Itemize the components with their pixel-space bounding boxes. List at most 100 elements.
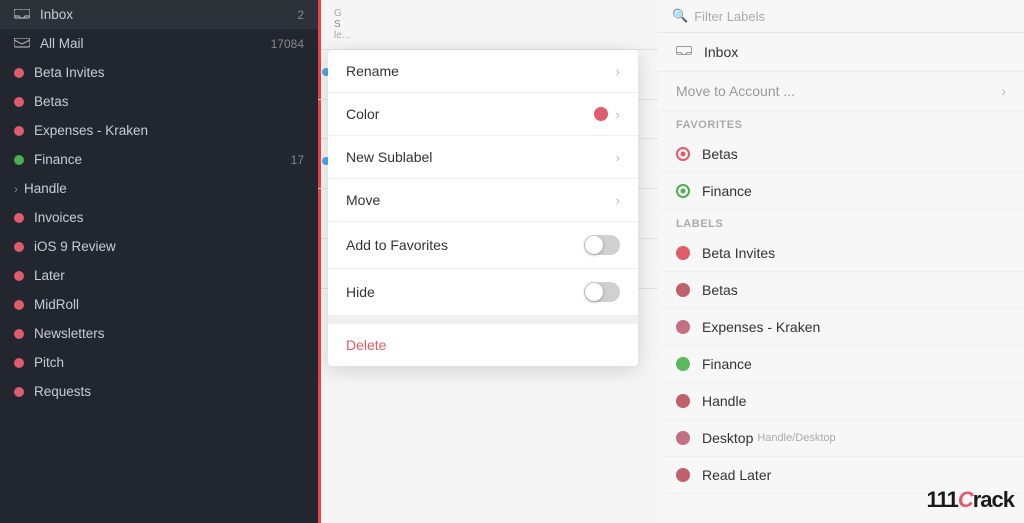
sidebar-item-expenses-kraken[interactable]: Expenses - Kraken xyxy=(0,116,318,145)
color-label: Color xyxy=(346,106,594,122)
sidebar-item-ios-9-review[interactable]: iOS 9 Review xyxy=(0,232,318,261)
right-panel-content: Inbox Move to Account ... › FAVORITES Be… xyxy=(658,33,1024,523)
sidebar-item-ios9review-label: iOS 9 Review xyxy=(34,239,304,254)
sidebar-item-finance-count: 17 xyxy=(291,153,304,167)
later-dot xyxy=(14,271,24,281)
handle-lbl-dot xyxy=(676,394,690,408)
beta-invites-lbl-dot xyxy=(676,246,690,260)
sidebar-item-invoices[interactable]: Invoices xyxy=(0,203,318,232)
rp-handle-label: Handle xyxy=(702,393,746,409)
context-menu-add-to-favorites[interactable]: Add to Favorites xyxy=(328,222,638,269)
rp-finance-lbl[interactable]: Finance xyxy=(658,346,1024,383)
handle-chevron-icon: › xyxy=(14,182,18,196)
ios9review-dot xyxy=(14,242,24,252)
sidebar-item-beta-invites[interactable]: Beta Invites xyxy=(0,58,318,87)
betas-dot xyxy=(14,97,24,107)
sidebar-item-midroll-label: MidRoll xyxy=(34,297,304,312)
rp-desktop-lbl[interactable]: Desktop Handle/Desktop xyxy=(658,420,1024,457)
sidebar-item-all-mail[interactable]: All Mail 17084 xyxy=(0,29,318,58)
sidebar-item-inbox[interactable]: Inbox 2 xyxy=(0,0,318,29)
rp-betas-fav[interactable]: Betas xyxy=(658,136,1024,173)
sidebar-item-handle-label: Handle xyxy=(24,181,304,196)
read-later-lbl-dot xyxy=(676,468,690,482)
rp-handle-lbl[interactable]: Handle xyxy=(658,383,1024,420)
context-menu-new-sublabel[interactable]: New Sublabel › xyxy=(328,136,638,179)
move-label: Move xyxy=(346,192,616,208)
sidebar-item-pitch-label: Pitch xyxy=(34,355,304,370)
context-menu-hide[interactable]: Hide xyxy=(328,269,638,316)
sidebar-item-newsletters[interactable]: Newsletters xyxy=(0,319,318,348)
context-menu-delete[interactable]: Delete xyxy=(328,324,638,366)
rp-read-later-lbl[interactable]: Read Later xyxy=(658,457,1024,494)
sidebar-item-handle[interactable]: › Handle xyxy=(0,174,318,203)
context-menu-rename[interactable]: Rename › xyxy=(328,50,638,93)
hide-toggle[interactable] xyxy=(584,282,620,302)
rp-finance-label: Finance xyxy=(702,356,752,372)
rp-beta-invites-label: Beta Invites xyxy=(702,245,775,261)
midroll-dot xyxy=(14,300,24,310)
expenses-kraken-dot xyxy=(14,126,24,136)
rp-inbox-item[interactable]: Inbox xyxy=(658,33,1024,72)
sidebar-item-inbox-label: Inbox xyxy=(40,7,297,22)
hide-label: Hide xyxy=(346,284,584,300)
desktop-lbl-dot xyxy=(676,431,690,445)
sidebar-item-newsletters-label: Newsletters xyxy=(34,326,304,341)
context-menu: Rename › Color › New Sublabel › Move › A… xyxy=(328,50,638,366)
new-sublabel-label: New Sublabel xyxy=(346,149,616,165)
sidebar-item-expenses-kraken-label: Expenses - Kraken xyxy=(34,123,304,138)
rp-beta-invites-lbl[interactable]: Beta Invites xyxy=(658,235,1024,272)
pitch-dot xyxy=(14,358,24,368)
sidebar-item-midroll[interactable]: MidRoll xyxy=(0,290,318,319)
sidebar-item-inbox-count: 2 xyxy=(297,8,304,22)
sidebar-item-all-mail-count: 17084 xyxy=(271,37,304,51)
add-to-favorites-label: Add to Favorites xyxy=(346,237,584,253)
sidebar-item-all-mail-label: All Mail xyxy=(40,36,271,51)
finance-fav-dot xyxy=(676,184,690,198)
delete-label: Delete xyxy=(346,337,620,353)
context-menu-color[interactable]: Color › xyxy=(328,93,638,136)
sidebar-item-requests[interactable]: Requests xyxy=(0,377,318,406)
rp-favorites-header: FAVORITES xyxy=(658,111,1024,136)
context-menu-move[interactable]: Move › xyxy=(328,179,638,222)
inbox-icon xyxy=(14,9,30,21)
sidebar-item-later[interactable]: Later xyxy=(0,261,318,290)
add-to-favorites-toggle[interactable] xyxy=(584,235,620,255)
rp-betas-lbl[interactable]: Betas xyxy=(658,272,1024,309)
rp-betas-label: Betas xyxy=(702,282,738,298)
rp-desktop-sublabel: Handle/Desktop xyxy=(757,432,835,444)
betas-lbl-dot xyxy=(676,283,690,297)
new-sublabel-chevron-icon: › xyxy=(616,150,620,165)
sidebar-item-finance[interactable]: Finance 17 xyxy=(0,145,318,174)
rp-expenses-kraken-lbl[interactable]: Expenses - Kraken xyxy=(658,309,1024,346)
requests-dot xyxy=(14,387,24,397)
context-menu-divider xyxy=(328,316,638,324)
right-panel: 🔍 Filter Labels Inbox Move to Account ..… xyxy=(658,0,1024,523)
filter-labels-placeholder: Filter Labels xyxy=(694,9,765,24)
color-chevron-icon: › xyxy=(616,107,620,122)
rp-finance-fav[interactable]: Finance xyxy=(658,173,1024,210)
betas-fav-dot xyxy=(676,147,690,161)
toggle-knob xyxy=(585,236,603,254)
sidebar-item-beta-invites-label: Beta Invites xyxy=(34,65,304,80)
sidebar: Inbox 2 All Mail 17084 Beta Invites Beta… xyxy=(0,0,318,523)
newsletters-dot xyxy=(14,329,24,339)
rp-expenses-kraken-label: Expenses - Kraken xyxy=(702,319,820,335)
beta-invites-dot xyxy=(14,68,24,78)
filter-labels-bar: 🔍 Filter Labels xyxy=(658,0,1024,33)
sidebar-item-finance-label: Finance xyxy=(34,152,291,167)
expenses-kraken-lbl-dot xyxy=(676,320,690,334)
rp-inbox-label: Inbox xyxy=(704,44,738,60)
sidebar-item-betas[interactable]: Betas xyxy=(0,87,318,116)
sidebar-item-later-label: Later xyxy=(34,268,304,283)
sidebar-item-invoices-label: Invoices xyxy=(34,210,304,225)
finance-lbl-dot xyxy=(676,357,690,371)
rp-read-later-label: Read Later xyxy=(702,467,771,483)
rename-chevron-icon: › xyxy=(616,64,620,79)
rp-inbox-icon xyxy=(676,44,692,60)
move-account-chevron-icon: › xyxy=(1001,83,1006,99)
rp-move-account[interactable]: Move to Account ... › xyxy=(658,72,1024,111)
color-dot xyxy=(594,107,608,121)
sidebar-item-pitch[interactable]: Pitch xyxy=(0,348,318,377)
rp-finance-fav-label: Finance xyxy=(702,183,752,199)
move-chevron-icon: › xyxy=(616,193,620,208)
